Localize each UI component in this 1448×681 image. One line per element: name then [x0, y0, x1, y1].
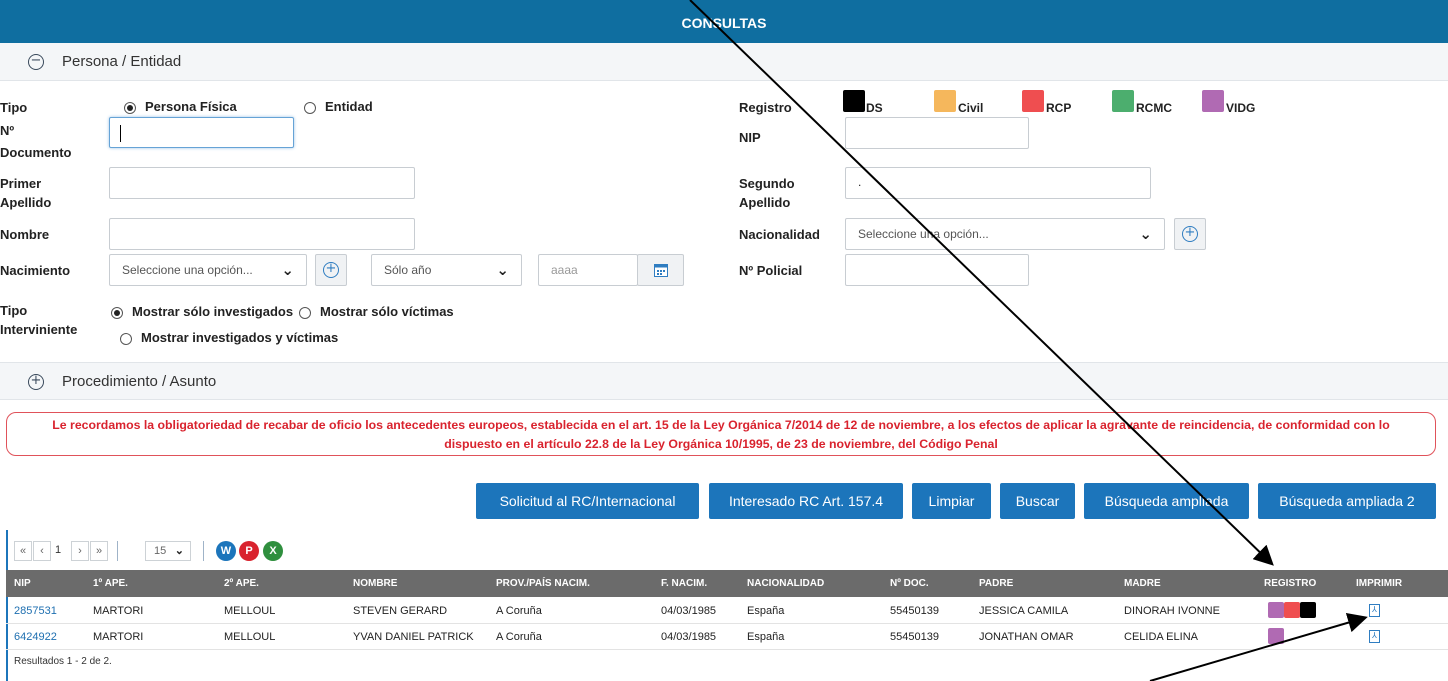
arrow-to-imprimir — [1149, 612, 1368, 681]
arrow-to-registro — [689, 0, 1274, 566]
annotation-arrows — [689, 0, 1368, 681]
